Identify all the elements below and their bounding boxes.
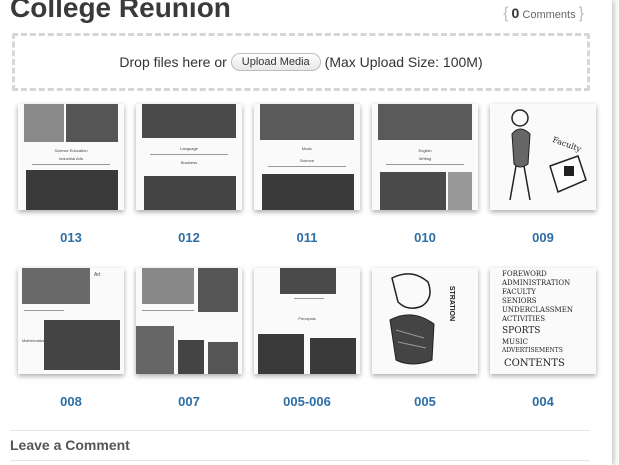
contents-line: FACULTY: [502, 288, 536, 296]
gallery-item-label[interactable]: 010: [372, 230, 478, 245]
gallery-row: Science Education Industrial Arts 013 La…: [14, 104, 604, 268]
thumbnail-010[interactable]: English Writing: [372, 104, 478, 210]
page-title: College Reunion: [10, 0, 231, 23]
gallery-item-label[interactable]: 007: [136, 394, 242, 409]
thumb-caption: Business: [180, 160, 198, 165]
contents-line: SPORTS: [502, 326, 541, 336]
upload-media-button[interactable]: Upload Media: [230, 53, 321, 71]
gallery-item[interactable]: Faculty 009: [490, 104, 596, 245]
leave-comment-heading[interactable]: Leave a Comment: [10, 430, 590, 453]
gallery-item[interactable]: Science Education Industrial Arts 013: [18, 104, 124, 245]
gallery-item-label[interactable]: 004: [490, 394, 596, 409]
thumb-caption: Writing: [418, 156, 432, 161]
media-gallery: Science Education Industrial Arts 013 La…: [14, 104, 604, 432]
brace-open-icon: {: [503, 5, 509, 22]
thumbnail-005-006[interactable]: Principals: [254, 268, 360, 374]
thumbnail-008[interactable]: Art Mathematics: [18, 268, 124, 374]
thumb-caption: English: [418, 148, 432, 153]
gallery-item-label[interactable]: 005-006: [254, 394, 360, 409]
gallery-item[interactable]: Principals 005-006: [254, 268, 360, 409]
gallery-item-label[interactable]: 013: [18, 230, 124, 245]
thumb-caption: Art: [94, 272, 101, 278]
thumb-caption: Mathematics: [22, 338, 45, 343]
gallery-item-label[interactable]: 012: [136, 230, 242, 245]
thumbnail-004[interactable]: FOREWORD ADMINISTRATION FACULTY SENIORS …: [490, 268, 596, 374]
thumb-caption: Music: [301, 146, 313, 151]
thumb-caption: Science Education: [54, 148, 88, 153]
contents-line: UNDERCLASSMEN: [502, 306, 573, 314]
contents-line: ADVERTISEMENTS: [502, 347, 563, 354]
gallery-item[interactable]: STRATION 005: [372, 268, 478, 409]
thumb-caption: Principals: [298, 316, 316, 321]
dropzone-prefix: Drop files here or: [119, 54, 227, 70]
gallery-item[interactable]: Music Science 011: [254, 104, 360, 245]
page-frame: College Reunion { 0 Comments } Drop file…: [0, 0, 612, 465]
divider: [10, 460, 590, 461]
thumb-caption: STRATION: [448, 285, 456, 322]
thumbnail-013[interactable]: Science Education Industrial Arts: [18, 104, 124, 210]
contents-line: ACTIVITIES: [502, 315, 546, 323]
comments-count: 0: [511, 5, 520, 21]
file-dropzone[interactable]: Drop files here or Upload Media (Max Upl…: [12, 33, 590, 91]
thumbnail-009[interactable]: Faculty: [490, 104, 596, 210]
gallery-item[interactable]: Art Mathematics 008: [18, 268, 124, 409]
comments-count-badge[interactable]: { 0 Comments }: [503, 5, 584, 23]
dropzone-suffix: (Max Upload Size: 100M): [324, 54, 483, 70]
gallery-item-label[interactable]: 005: [372, 394, 478, 409]
brace-close-icon: }: [578, 5, 584, 22]
thumbnail-005[interactable]: STRATION: [372, 268, 478, 374]
gallery-item[interactable]: English Writing 010: [372, 104, 478, 245]
contents-line: SENIORS: [502, 297, 537, 305]
gallery-item-label[interactable]: 009: [490, 230, 596, 245]
thumbnail-007[interactable]: [136, 268, 242, 374]
gallery-item[interactable]: 007: [136, 268, 242, 409]
cartoon-figure-icon: [509, 109, 587, 201]
gallery-item-label[interactable]: 011: [254, 230, 360, 245]
contents-line: FOREWORD: [502, 270, 547, 278]
contents-line: ADMINISTRATION: [502, 279, 571, 287]
gallery-row: Art Mathematics 008 007 Principals 005-0…: [14, 268, 604, 432]
contents-line: MUSIC: [502, 338, 528, 346]
thumb-caption: Language: [180, 146, 198, 151]
thumb-caption: Industrial Arts: [58, 156, 84, 161]
thumb-caption: Science: [299, 158, 315, 163]
cartoon-lady-icon: [389, 273, 435, 365]
gallery-item[interactable]: FOREWORD ADMINISTRATION FACULTY SENIORS …: [490, 268, 596, 409]
contents-line: CONTENTS: [504, 358, 565, 369]
thumbnail-012[interactable]: Language Business: [136, 104, 242, 210]
gallery-item-label[interactable]: 008: [18, 394, 124, 409]
thumbnail-011[interactable]: Music Science: [254, 104, 360, 210]
comments-label: Comments: [522, 9, 576, 21]
gallery-item[interactable]: Language Business 012: [136, 104, 242, 245]
